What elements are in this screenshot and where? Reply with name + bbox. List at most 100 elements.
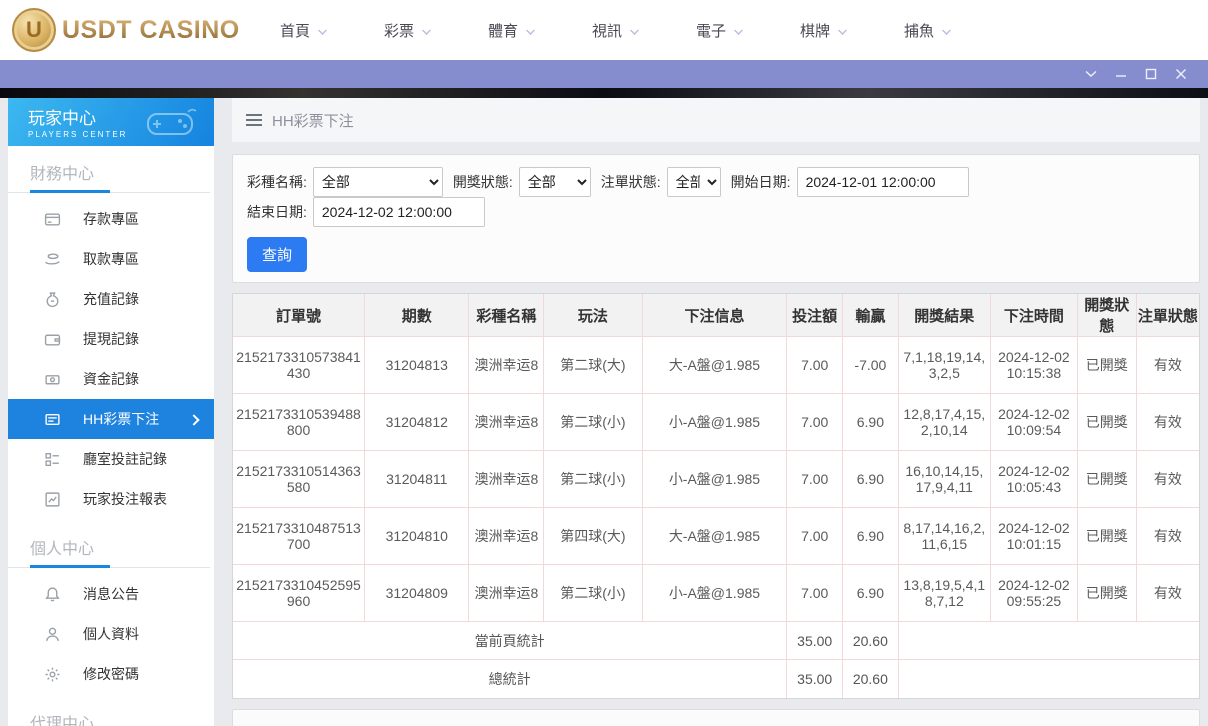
sidebar-item-change-password[interactable]: 修改密碼	[8, 654, 214, 694]
table-cell: 31204813	[364, 336, 470, 394]
table-cell: 有效	[1136, 393, 1199, 451]
table-cell: 第二球(大)	[543, 336, 643, 394]
table-cell: 大-A盤@1.985	[642, 507, 788, 565]
order-status-field: 注單狀態: 全部	[601, 167, 721, 197]
nav-item-sports[interactable]: 體育	[488, 20, 592, 41]
sidebar-header: 玩家中心 PLAYERS CENTER	[8, 98, 214, 146]
column-header: 期數	[364, 294, 470, 337]
table-row: 2152173310487513700 31204810 澳洲幸运8 第四球(大) 大-…	[233, 507, 1199, 565]
sidebar-item-recharge-record[interactable]: 充值記錄	[8, 279, 214, 319]
table-cell: 澳洲幸运8	[468, 393, 545, 451]
chevron-down-icon	[629, 25, 639, 35]
breadcrumb: HH彩票下注	[232, 98, 1200, 142]
table-cell: -7.00	[842, 336, 899, 394]
summary-empty	[898, 660, 1199, 698]
app-window: U USDT CASINO 首頁 彩票 體育 視訊 電子 棋牌 捕魚 玩家中心 PLAYER…	[0, 0, 1208, 726]
start-date-field: 開始日期:	[731, 167, 969, 197]
table-cell: 第二球(小)	[543, 450, 643, 508]
sidebar-item-deposit[interactable]: 存款專區	[8, 199, 214, 239]
end-date-field: 結束日期:	[247, 197, 485, 227]
start-date-input[interactable]	[796, 167, 969, 197]
sidebar-item-hh-lottery-bet[interactable]: HH彩票下注	[8, 399, 214, 439]
sidebar-item-withdrawal-record[interactable]: 提現記錄	[8, 319, 214, 359]
nav-item-board-games[interactable]: 棋牌	[800, 20, 904, 41]
sidebar-item-announcements[interactable]: 消息公告	[8, 574, 214, 614]
column-header: 開獎結果	[898, 294, 991, 337]
lottery-label: 彩種名稱:	[247, 174, 307, 190]
table-cell: 已開獎	[1077, 336, 1137, 394]
sidebar-item-label: 資金記錄	[83, 371, 139, 387]
table-cell: 已開獎	[1077, 393, 1137, 451]
sidebar-item-room-bet-record[interactable]: 廳室投註記錄	[8, 439, 214, 479]
summary-bet-total: 35.00	[786, 621, 844, 660]
person-icon	[44, 626, 61, 643]
withdraw-hand-icon	[44, 251, 61, 268]
table-cell: 31204811	[364, 450, 470, 508]
maximize-button[interactable]	[1136, 63, 1166, 85]
sidebar-item-label: 個人資料	[83, 626, 139, 642]
order-status-select[interactable]: 全部	[666, 167, 721, 197]
draw-status-field: 開獎狀態: 全部	[453, 167, 591, 197]
sidebar-item-label: 廳室投註記錄	[83, 451, 167, 467]
dropdown-chevron-icon[interactable]	[1076, 63, 1106, 85]
column-header: 輸贏	[842, 294, 899, 337]
sidebar-item-withdraw[interactable]: 取款專區	[8, 239, 214, 279]
summary-label: 總統計	[233, 659, 788, 698]
nav-item-fishing[interactable]: 捕魚	[904, 20, 1008, 41]
nav-item-label: 電子	[696, 22, 727, 40]
list-check-icon	[44, 451, 61, 468]
window-titlebar	[0, 60, 1208, 88]
table-cell: 2152173310573841430	[233, 336, 366, 394]
lottery-select[interactable]: 全部	[312, 167, 443, 197]
end-date-input[interactable]	[312, 197, 485, 227]
filter-panel: 彩種名稱:全部開獎狀態:全部注單狀態:全部開始日期:結束日期: 查詢	[232, 154, 1200, 283]
table-cell: 8,17,14,16,2,11,6,15	[898, 507, 991, 565]
column-header: 注單狀態	[1136, 294, 1199, 337]
search-button[interactable]: 查詢	[247, 237, 308, 272]
table-cell: 6.90	[842, 393, 899, 451]
sidebar-item-profile[interactable]: 個人資料	[8, 614, 214, 654]
table-cell: 7.00	[786, 507, 844, 565]
nav-item-slots[interactable]: 電子	[696, 20, 800, 41]
menu-toggle-icon[interactable]	[246, 114, 262, 126]
table-cell: 16,10,14,15,17,9,4,11	[898, 450, 991, 508]
nav-item-lottery[interactable]: 彩票	[384, 20, 488, 41]
chevron-down-icon	[317, 25, 327, 35]
table-cell: 7.00	[786, 393, 844, 451]
table-cell: 6.90	[842, 450, 899, 508]
nav-item-label: 首頁	[280, 22, 311, 40]
summary-winloss-total: 20.60	[842, 659, 899, 698]
table-cell: 小-A盤@1.985	[642, 393, 788, 451]
table-cell: 2024-12-02 10:05:43	[990, 450, 1078, 508]
table-cell: 7,1,18,19,14,3,2,5	[898, 336, 991, 394]
minimize-button[interactable]	[1106, 63, 1136, 85]
wallet-icon	[44, 331, 61, 348]
start-date-label: 開始日期:	[730, 174, 791, 190]
sidebar-item-player-bet-report[interactable]: 玩家投注報表	[8, 479, 214, 519]
table-cell: 大-A盤@1.985	[642, 336, 788, 394]
logo: U USDT CASINO	[12, 8, 242, 52]
sidebar: 玩家中心 PLAYERS CENTER 財務中心 存款專區 取款專區 充值記錄 提現記錄…	[8, 98, 214, 726]
table-cell: 7.00	[786, 450, 844, 508]
bet-card-icon	[44, 411, 61, 428]
table-row: 2152173310514363580 31204811 澳洲幸运8 第二球(小) 小-…	[233, 450, 1199, 508]
close-button[interactable]	[1166, 63, 1196, 85]
nav-item-video[interactable]: 視訊	[592, 20, 696, 41]
sidebar-item-label: 提現記錄	[83, 331, 139, 347]
draw-status-select[interactable]: 全部	[518, 167, 591, 197]
sidebar-item-funds-record[interactable]: 資金記錄	[8, 359, 214, 399]
table-cell: 已開獎	[1077, 450, 1137, 508]
table-cell: 6.90	[842, 564, 899, 622]
column-header: 下注時間	[990, 294, 1078, 337]
sidebar-section-title: 個人中心	[8, 535, 210, 568]
coin-letter: U	[26, 17, 42, 42]
table-cell: 13,8,19,5,4,18,7,12	[898, 564, 991, 622]
column-header: 下注信息	[642, 294, 788, 337]
moneybag-icon	[44, 291, 61, 308]
nav-item-home[interactable]: 首頁	[280, 20, 384, 41]
nav-item-label: 視訊	[592, 22, 623, 40]
table-cell: 第四球(大)	[543, 507, 643, 565]
table-cell: 2152173310514363580	[233, 450, 366, 508]
gamepad-icon	[147, 108, 197, 135]
table-cell: 2024-12-02 10:15:38	[990, 336, 1078, 394]
